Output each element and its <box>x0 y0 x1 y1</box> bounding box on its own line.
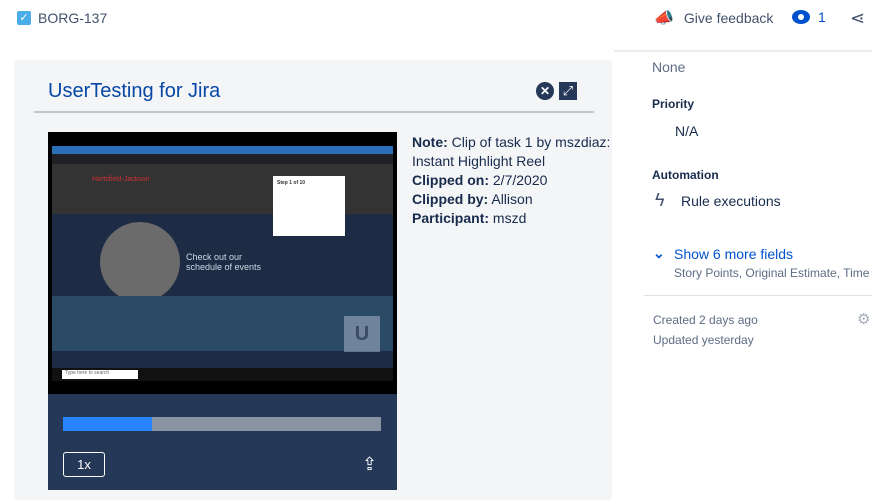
chevron-down-icon[interactable]: ⌄ <box>653 245 665 262</box>
automation-label: Automation <box>652 168 719 182</box>
snow-scene <box>52 296 393 351</box>
rule-executions-link[interactable]: Rule executions <box>681 193 781 209</box>
note-label: Note: <box>412 134 448 150</box>
site-brand: Hartsfield-Jackson <box>92 176 150 183</box>
share-icon[interactable]: ⋖ <box>850 8 865 29</box>
browser-tabs <box>52 146 393 154</box>
clipped-by-label: Clipped by: <box>412 191 489 207</box>
priority-label: Priority <box>652 97 695 111</box>
taskbar-search: Type here to search <box>62 370 138 379</box>
issue-key[interactable]: BORG-137 <box>38 10 107 26</box>
megaphone-icon: 📣 <box>654 10 674 27</box>
headline: Check out our schedule of events <box>186 252 262 272</box>
more-fields-list: Story Points, Original Estimate, Time tr… <box>674 266 872 280</box>
usertesting-logo: U <box>344 316 380 352</box>
panel-title: UserTesting for Jira <box>48 80 221 102</box>
video-frame[interactable]: Hartsfield-Jackson Check out our schedul… <box>52 146 393 381</box>
participant-label: Participant: <box>412 210 490 226</box>
created-date: Created 2 days ago <box>653 313 758 327</box>
expand-icon[interactable]: ⤢ <box>559 82 577 100</box>
watch-count[interactable]: 1 <box>818 9 826 25</box>
divider <box>614 50 872 52</box>
clipped-by-value: Allison <box>491 191 533 207</box>
clip-details: Note: Clip of task 1 by mszdiaz: Instant… <box>412 133 612 228</box>
show-more-fields-button[interactable]: Show 6 more fields <box>674 246 793 262</box>
divider <box>644 295 872 296</box>
speed-button[interactable]: 1x <box>63 452 105 477</box>
field-value-none[interactable]: None <box>652 59 685 75</box>
gear-icon[interactable]: ⚙ <box>857 310 870 328</box>
priority-value[interactable]: N/A <box>675 123 698 139</box>
share-upload-icon[interactable]: ⇪ <box>362 454 377 475</box>
clipped-on-value: 2/7/2020 <box>492 172 548 188</box>
lightning-icon: ϟ <box>655 190 665 210</box>
divider <box>34 111 594 113</box>
ornament-image <box>100 222 180 302</box>
issue-type-checkbox-icon: ✓ <box>17 11 31 25</box>
close-icon[interactable]: ✕ <box>536 82 554 100</box>
watch-eye-icon[interactable] <box>792 10 810 24</box>
clipped-on-label: Clipped on: <box>412 172 489 188</box>
give-feedback-button[interactable]: 📣 Give feedback <box>654 8 773 28</box>
step-popup: Step 1 of 10 <box>273 176 345 236</box>
progress-fill <box>63 417 153 431</box>
address-bar <box>52 154 393 164</box>
feedback-label: Give feedback <box>683 10 774 26</box>
participant-value: mszd <box>492 210 527 226</box>
step-label: Step 1 of 10 <box>277 180 306 186</box>
updated-date: Updated yesterday <box>653 333 754 347</box>
taskbar: Type here to search <box>52 368 393 381</box>
